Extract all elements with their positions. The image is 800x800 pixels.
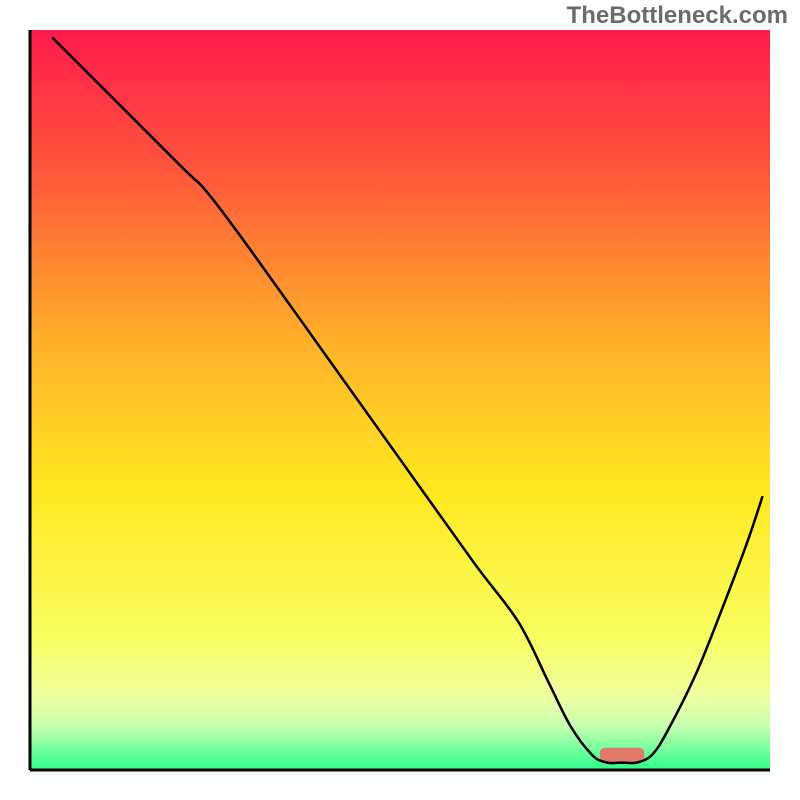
watermark-text: TheBottleneck.com: [567, 2, 788, 30]
chart-container: TheBottleneck.com: [0, 0, 800, 800]
gradient-background: [30, 30, 770, 770]
chart-svg: [0, 0, 800, 800]
optimal-marker: [600, 748, 644, 763]
